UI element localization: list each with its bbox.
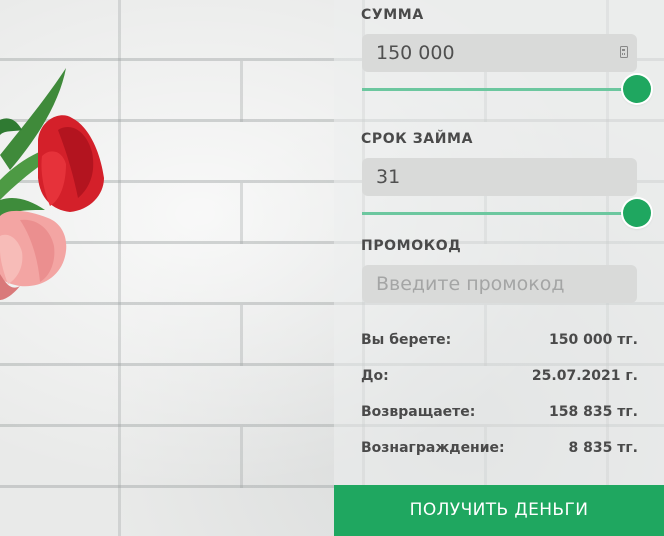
summary-key: Возвращаете: [361,404,476,420]
promo-input[interactable] [376,265,623,303]
term-slider-fill [362,212,637,215]
summary-row-amount: Вы берете: 150 000 тг. [361,332,638,352]
amount-slider-thumb[interactable] [623,75,651,103]
tulips-image [0,68,104,300]
promo-field[interactable] [362,265,637,303]
summary-key: Вы берете: [361,332,452,348]
term-input[interactable] [376,158,623,196]
summary-key: До: [361,368,389,384]
loan-calculator-page: СУММА СРОК ЗАЙМА ПРОМОКОД Вы берете: 150… [0,0,664,536]
summary-row-repay: Возвращаете: 158 835 тг. [361,404,638,424]
amount-slider-fill [362,88,637,91]
amount-field[interactable] [362,34,637,72]
amount-input[interactable] [376,34,623,72]
summary-value: 158 835 тг. [549,404,638,420]
term-field[interactable] [362,158,637,196]
term-slider-thumb[interactable] [623,199,651,227]
summary-row-due-date: До: 25.07.2021 г. [361,368,638,388]
amount-slider[interactable] [362,74,651,104]
term-label: СРОК ЗАЙМА [361,131,474,147]
amount-label: СУММА [361,7,424,23]
summary-row-fee: Вознаграждение: 8 835 тг. [361,440,638,460]
get-money-button[interactable]: ПОЛУЧИТЬ ДЕНЬГИ [334,485,664,536]
summary-key: Вознаграждение: [361,440,505,456]
calculator-icon[interactable] [620,46,628,58]
summary-value: 8 835 тг. [568,440,638,456]
summary-value: 25.07.2021 г. [531,368,638,384]
term-slider[interactable] [362,198,651,228]
promo-label: ПРОМОКОД [361,238,462,254]
summary-value: 150 000 тг. [549,332,638,348]
